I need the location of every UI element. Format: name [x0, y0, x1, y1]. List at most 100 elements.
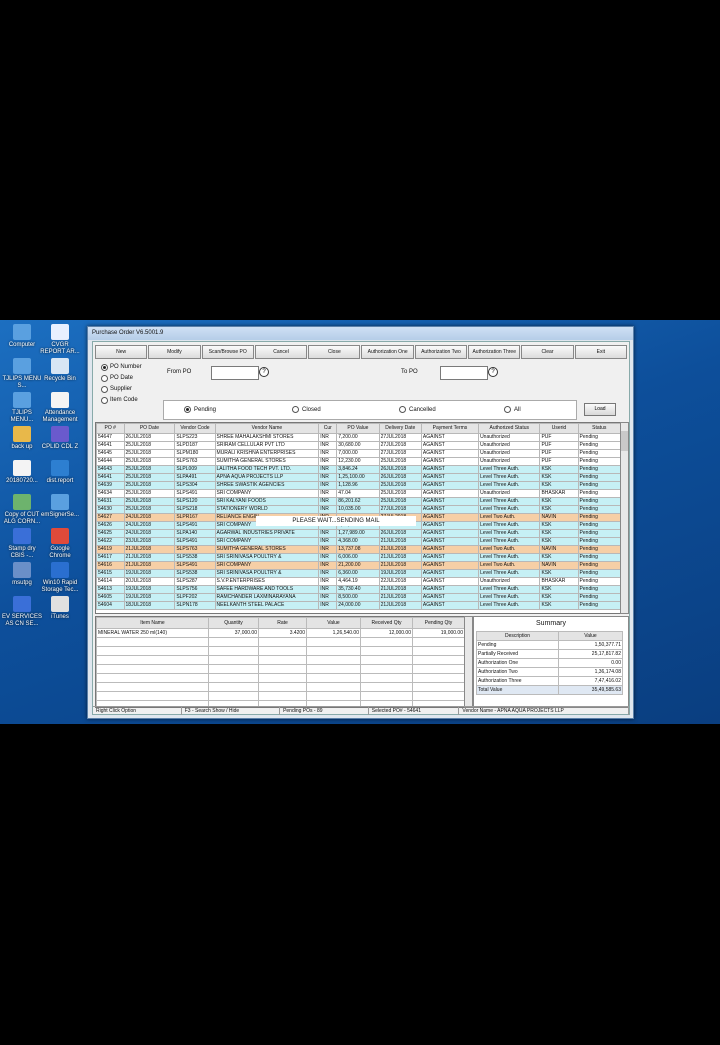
desktop-icon[interactable]: Attendance Management: [40, 392, 80, 424]
authorization-two-button[interactable]: Authorization Two: [414, 345, 468, 359]
status-option[interactable]: All: [504, 406, 521, 413]
radio-button[interactable]: [292, 406, 299, 413]
radio-button[interactable]: [184, 406, 191, 413]
table-row[interactable]: 54641 25JUL2018 SLPA491 APNA AQUA PROJECTS …: [96, 473, 621, 482]
table-row[interactable]: 54645 25JUL2018 SLPM180 MURALI KRISHNA ENTE…: [96, 449, 621, 458]
table-row[interactable]: 54614 20JUL2018 SLPS287 S.V.P.ENTERPRISES IN…: [96, 577, 621, 586]
help-icon[interactable]: ?: [259, 367, 269, 377]
item-grid[interactable]: Item Name Quantity Rate Value Received Qty Pe…: [95, 616, 465, 708]
column-header[interactable]: Payment Terms: [420, 423, 480, 434]
radio-button[interactable]: [399, 406, 406, 413]
column-header[interactable]: Cur: [318, 423, 338, 434]
table-row[interactable]: 54625 24JUL2018 SLPA140 AGARWAL INDUSTRIES …: [96, 529, 621, 538]
column-header[interactable]: PO #: [96, 423, 125, 434]
search-by-option[interactable]: Supplier: [101, 384, 142, 395]
column-header[interactable]: Vendor Name: [214, 423, 320, 434]
column-header[interactable]: Value: [306, 617, 361, 629]
table-cell: Pending: [577, 497, 621, 506]
column-header[interactable]: Pending Qty: [412, 617, 464, 629]
desktop-icon[interactable]: msutpg: [2, 562, 42, 587]
radio-button[interactable]: [101, 364, 108, 371]
table-cell: Pending: [577, 481, 621, 490]
table-cell: SLPS491: [174, 521, 216, 530]
column-header[interactable]: PO Value: [336, 423, 380, 434]
column-header[interactable]: Delivery Date: [378, 423, 422, 434]
close-button[interactable]: Close: [308, 345, 361, 359]
item-grid-scrollbar[interactable]: [464, 616, 473, 708]
table-row[interactable]: 54647 26JUL2018 SLPS223 SHREE MAHALAKSHMI S…: [96, 433, 621, 442]
radio-button[interactable]: [504, 406, 511, 413]
table-row[interactable]: 54604 18JUL2018 SLPN178 NEELKANTH STEEL PAL…: [96, 601, 621, 610]
scan-browse-po-button[interactable]: Scan/Browse PO: [201, 345, 254, 359]
help-icon[interactable]: ?: [488, 367, 498, 377]
status-option[interactable]: Cancelled: [399, 406, 436, 413]
desktop-icon[interactable]: CVGR REPORT AR...: [40, 324, 80, 356]
table-row[interactable]: 54631 25JUL2018 SLPS120 SRI KALYANI FOODS IN…: [96, 497, 621, 506]
item-cell: [208, 673, 259, 683]
desktop-icon[interactable]: emSignerSe...: [40, 494, 80, 519]
cancel-button[interactable]: Cancel: [254, 345, 308, 359]
desktop-icon[interactable]: TJLIPS MENU S...: [2, 358, 42, 390]
desktop-icon[interactable]: CPLID CDL Z: [40, 426, 80, 451]
modify-button[interactable]: Modify: [148, 345, 201, 359]
desktop-icon[interactable]: Google Chrome: [40, 528, 80, 560]
table-row[interactable]: 54616 21JUL2018 SLPS491 SRI COMPANY INR 21,20…: [96, 561, 621, 570]
radio-button[interactable]: [101, 397, 108, 404]
table-row[interactable]: 54605 19JUL2018 SLPF202 RAMCHANDER LAXMINAR…: [96, 593, 621, 602]
new-button[interactable]: New: [95, 345, 148, 359]
column-header[interactable]: Vendor Code: [174, 423, 216, 434]
desktop-icon[interactable]: TJLIPS MENU...: [2, 392, 42, 424]
table-row[interactable]: 54619 21JUL2018 SLPS763 SUMITHA GENERAL STO…: [96, 545, 621, 554]
authorization-three-button[interactable]: Authorization Three: [468, 345, 521, 359]
desktop-icon[interactable]: Recycle Bin: [40, 358, 80, 383]
desktop-icon[interactable]: iTunes: [40, 596, 80, 621]
table-row[interactable]: 54622 23JUL2018 SLPS491 SRI COMPANY INR 4,368…: [96, 537, 621, 546]
table-row[interactable]: 54644 25JUL2018 SLPS763 SUMITHA GENERAL STO…: [96, 457, 621, 466]
status-option[interactable]: Pending: [184, 406, 216, 413]
status-option[interactable]: Closed: [292, 406, 321, 413]
scrollbar-thumb[interactable]: [621, 431, 628, 451]
authorization-one-button[interactable]: Authorization One: [361, 345, 414, 359]
po-grid[interactable]: PO # PO Date Vendor Code Vendor Name Cur PO V…: [95, 422, 622, 614]
item-row[interactable]: MINERAL WATER 250 ml(140) 37,000.00 3.4200…: [96, 628, 464, 638]
to-po-input[interactable]: [440, 366, 488, 380]
desktop-icon[interactable]: EV SERVICES AS CN SE...: [2, 596, 42, 628]
column-header[interactable]: PO Date: [123, 423, 176, 434]
radio-button[interactable]: [101, 375, 108, 382]
desktop-icon[interactable]: Copy of CUT ALG CORN...: [2, 494, 42, 526]
radio-button[interactable]: [101, 386, 108, 393]
item-cell: [306, 655, 361, 665]
table-row[interactable]: 54617 21JUL2018 SLPS538 SRI SRINIVASA POULT…: [96, 553, 621, 562]
search-by-option[interactable]: Item Code: [101, 395, 142, 406]
exit-button[interactable]: Exit: [574, 345, 627, 359]
column-header[interactable]: Status: [577, 423, 621, 434]
from-po-input[interactable]: [211, 366, 259, 380]
desktop-icon[interactable]: 20180720...: [2, 460, 42, 485]
clear-button[interactable]: Clear: [521, 345, 574, 359]
desktop-icon[interactable]: Win10 Rapid Storage Tec...: [40, 562, 80, 594]
desktop-icon[interactable]: Computer: [2, 324, 42, 349]
desktop-icon[interactable]: Stamp dry CBIS -...: [2, 528, 42, 560]
table-row[interactable]: 54641 25JUL2018 SLPD187 SRIRAM CELLULAR PVT…: [96, 441, 621, 450]
load-button[interactable]: Load: [584, 403, 616, 416]
table-row[interactable]: 54643 25JUL2018 SLPL009 LALITHA FOOD TECH P…: [96, 465, 621, 474]
desktop-icon[interactable]: dist.report: [40, 460, 80, 485]
grid-scrollbar[interactable]: [620, 422, 629, 614]
search-by-option[interactable]: PO Number: [101, 362, 142, 373]
column-header[interactable]: Rate: [258, 617, 307, 629]
table-row[interactable]: 54613 19JUL2018 SLPS756 SAFEE HARDWARE AND …: [96, 585, 621, 594]
column-header[interactable]: Userid: [539, 423, 579, 434]
desktop-icon[interactable]: back up: [2, 426, 42, 451]
table-row[interactable]: 54639 25JUL2018 SLPS304 SHREE SWASTIK AGENC…: [96, 481, 621, 490]
column-header[interactable]: Quantity: [208, 617, 259, 629]
status-bar-segment: Vendor Name - APNA AQUA PROJECTS LLP: [459, 707, 629, 715]
table-row[interactable]: 54630 25JUL2018 SLPS218 STATIONERY WORLD INR…: [96, 505, 621, 514]
column-header[interactable]: Authorized Status: [478, 423, 541, 434]
column-header[interactable]: Item Name: [96, 617, 209, 629]
column-header[interactable]: Received Qty: [360, 617, 413, 629]
table-cell: SLPS120: [174, 497, 216, 506]
table-row[interactable]: 54634 25JUL2018 SLPS491 SRI COMPANY INR 47.04…: [96, 489, 621, 498]
table-row[interactable]: 54615 19JUL2018 SLPS538 SRI SRINIVASA POULT…: [96, 569, 621, 578]
search-by-option[interactable]: PO Date: [101, 373, 142, 384]
table-cell: Unauthorized: [478, 433, 541, 442]
